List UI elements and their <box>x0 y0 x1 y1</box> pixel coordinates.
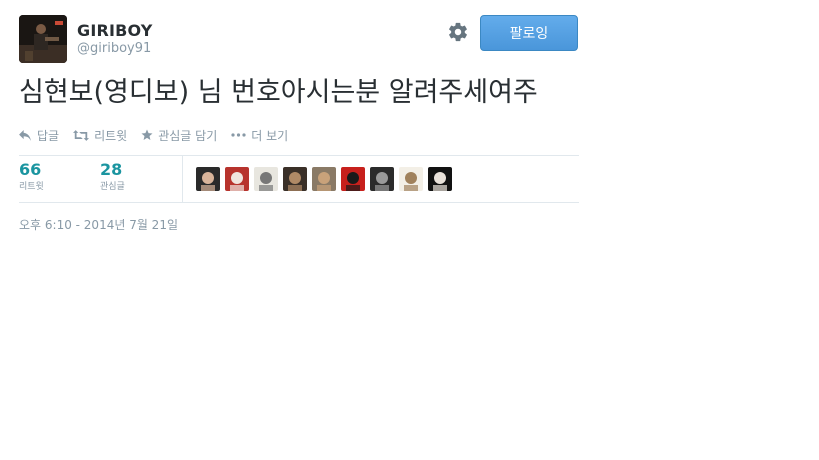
following-button[interactable]: 팔로잉 <box>480 15 578 51</box>
avatar-1[interactable] <box>196 167 220 191</box>
tweet-actions: 답글 리트윗 관심글 담기 더 보기 <box>19 126 579 144</box>
tweet-header: GIRIBOY @giriboy91 팔로잉 <box>19 15 579 63</box>
avatar-3[interactable] <box>254 167 278 191</box>
tweet: GIRIBOY @giriboy91 팔로잉 심현보(영디보) 님 번호아시는분… <box>19 15 579 233</box>
reply-icon <box>19 129 31 141</box>
avatar-4[interactable] <box>283 167 307 191</box>
user-fullname[interactable]: GIRIBOY <box>77 21 153 41</box>
favorite-label: 관심글 담기 <box>158 128 218 143</box>
favorite-action[interactable]: 관심글 담기 <box>141 127 217 144</box>
more-label: 더 보기 <box>251 128 289 143</box>
avatar-image <box>19 15 67 63</box>
reply-action[interactable]: 답글 <box>19 127 59 144</box>
stats-divider <box>182 156 183 202</box>
avatar-5[interactable] <box>312 167 336 191</box>
favorite-count-label: 관심글 <box>100 182 125 192</box>
favorite-stat[interactable]: 28 관심글 <box>100 159 125 193</box>
user-names: GIRIBOY @giriboy91 <box>77 21 153 57</box>
gear-icon[interactable] <box>447 21 469 43</box>
avatar-7[interactable] <box>370 167 394 191</box>
tweet-text: 심현보(영디보) 님 번호아시는분 알려주세여주 <box>19 77 538 108</box>
retweet-label: 리트윗 <box>94 128 128 143</box>
avatar-9[interactable] <box>428 167 452 191</box>
avatar-2[interactable] <box>225 167 249 191</box>
star-icon <box>141 129 153 140</box>
retweet-action[interactable]: 리트윗 <box>73 127 127 144</box>
tweet-stats: 66 리트윗 28 관심글 <box>19 155 579 203</box>
retweet-icon <box>73 129 90 141</box>
reply-label: 답글 <box>37 128 60 143</box>
avatar-6[interactable] <box>341 167 365 191</box>
favorite-count: 28 <box>100 160 123 179</box>
retweet-count: 66 <box>19 160 42 179</box>
avatar[interactable] <box>19 15 67 63</box>
avatar-8[interactable] <box>399 167 423 191</box>
favoriter-avatars <box>196 167 457 191</box>
more-icon <box>231 133 246 137</box>
user-screenname[interactable]: @giriboy91 <box>77 41 153 57</box>
more-action[interactable]: 더 보기 <box>231 127 288 144</box>
tweet-timestamp[interactable]: 오후 6:10 - 2014년 7월 21일 <box>19 216 579 233</box>
retweet-count-label: 리트윗 <box>19 182 44 192</box>
retweet-stat[interactable]: 66 리트윗 <box>19 159 44 193</box>
